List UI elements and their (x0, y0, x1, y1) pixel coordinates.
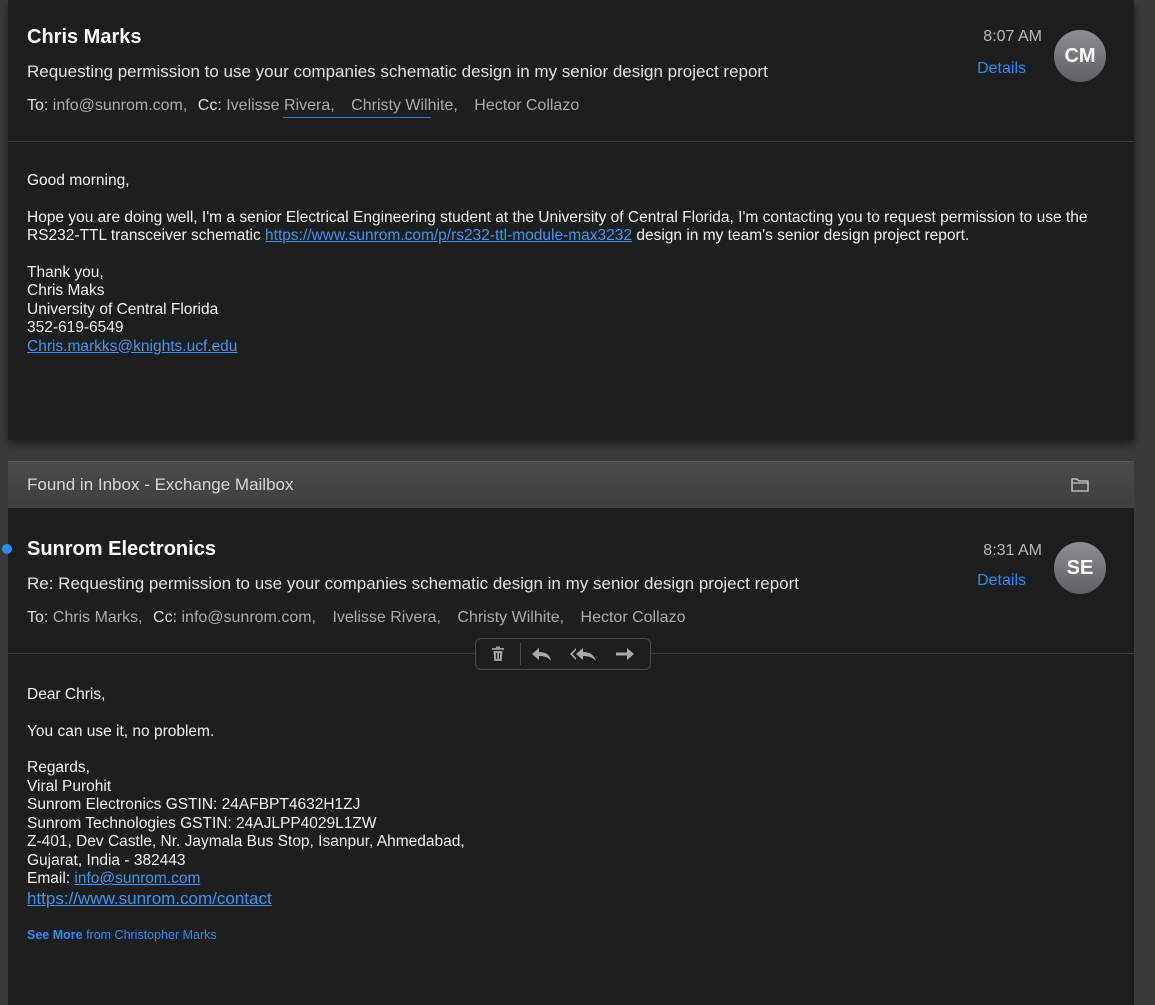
paragraph-text-end: design in my team's senior design projec… (632, 227, 970, 244)
signature-line: Viral Purohit (27, 777, 112, 795)
timestamp: 8:07 AM (983, 28, 1042, 45)
mailbox-banner: Found in Inbox - Exchange Mailbox (8, 461, 1134, 509)
greeting: Dear Chris, (27, 686, 106, 703)
body-paragraph: Hope you are doing well, I'm a senior El… (27, 209, 1107, 246)
to-recipient[interactable]: Chris Marks, (53, 609, 143, 626)
cc-label: Cc: (153, 609, 178, 626)
signature-line: Chris Maks (27, 282, 105, 299)
delete-button[interactable] (476, 639, 520, 669)
message-sunrom: Sunrom Electronics Re: Requesting permis… (2, 508, 1134, 1005)
signature-line: Sunrom Electronics GSTIN: 24AFBPT4632H1Z… (27, 796, 361, 813)
details-link[interactable]: Details (977, 60, 1026, 78)
email-link[interactable]: info@sunrom.com (74, 870, 200, 887)
folder-icon[interactable] (1071, 476, 1089, 492)
subject-line: Requesting permission to use your compan… (27, 62, 768, 81)
signature-line: Sunrom Technologies GSTIN: 24AJLPP4029L1… (27, 814, 377, 832)
reply-all-button[interactable] (561, 639, 605, 669)
recipient-focus-underline (283, 117, 431, 118)
recipients-line: To: info@sunrom.com, Cc: Ivelisse Rivera… (27, 97, 579, 115)
email-label: Email: (27, 870, 75, 887)
cc-label: Cc: (197, 97, 222, 114)
to-label: To: (27, 609, 49, 626)
see-more-link[interactable]: See More (27, 928, 83, 942)
signature-line: 352-619-6549 (27, 319, 124, 336)
cc-recipient[interactable]: Hector Collazo (581, 609, 686, 626)
avatar: CM (1054, 30, 1106, 82)
cc-recipient[interactable]: Christy Wilhite, (351, 97, 458, 114)
subject-line: Re: Requesting permission to use your co… (27, 574, 799, 593)
signature-line: University of Central Florida (27, 300, 219, 318)
cc-recipient[interactable]: Ivelisse Rivera, (332, 609, 440, 626)
signature-line: Thank you, (27, 263, 104, 281)
see-more-from: from Christopher Marks (82, 927, 217, 942)
message-chris-marks: Chris Marks Requesting permission to use… (8, 0, 1134, 440)
forward-button[interactable] (605, 639, 645, 669)
sender-name: Sunrom Electronics (27, 538, 216, 560)
trash-icon (492, 646, 504, 661)
message-body: Good morning, Hope you are doing well, I… (27, 172, 1107, 356)
message-body: Dear Chris, You can use it, no problem. … (27, 686, 1107, 944)
see-more-line: See More from Christopher Marks (27, 926, 1107, 945)
divider (8, 141, 1134, 142)
reply-icon (532, 648, 551, 661)
avatar: SE (1054, 542, 1106, 594)
details-link[interactable]: Details (977, 572, 1026, 590)
cc-recipient[interactable]: Ivelisse Rivera, (226, 97, 334, 114)
unread-indicator (2, 544, 12, 554)
signature-line: Gujarat, India - 382443 (27, 851, 186, 869)
signature-line: Z-401, Dev Castle, Nr. Jaymala Bus Stop,… (27, 833, 465, 850)
cc-recipient[interactable]: info@sunrom.com, (181, 609, 316, 626)
to-recipient[interactable]: info@sunrom.com, (53, 97, 188, 114)
to-label: To: (27, 97, 49, 114)
cc-recipient[interactable]: Christy Wilhite, (457, 609, 564, 626)
cc-recipient[interactable]: Hector Collazo (474, 97, 579, 114)
forward-icon (616, 648, 634, 660)
recipients-line: To: Chris Marks, Cc: info@sunrom.com, Iv… (27, 609, 685, 627)
contact-link[interactable]: https://www.sunrom.com/contact (27, 889, 272, 908)
reply-button[interactable] (521, 639, 561, 669)
greeting: Good morning, (27, 172, 130, 189)
sender-name: Chris Marks (27, 26, 142, 48)
signature-line: Regards, (27, 759, 90, 776)
timestamp: 8:31 AM (983, 542, 1042, 559)
email-link[interactable]: Chris.markks@knights.ucf.edu (27, 338, 237, 355)
body-line: You can use it, no problem. (27, 722, 215, 740)
banner-text: Found in Inbox - Exchange Mailbox (27, 475, 294, 494)
email-line: Email: info@sunrom.com (27, 870, 1107, 889)
message-toolbar (475, 638, 651, 670)
schematic-link[interactable]: https://www.sunrom.com/p/rs232-ttl-modul… (265, 227, 632, 244)
reply-all-icon (570, 648, 596, 661)
